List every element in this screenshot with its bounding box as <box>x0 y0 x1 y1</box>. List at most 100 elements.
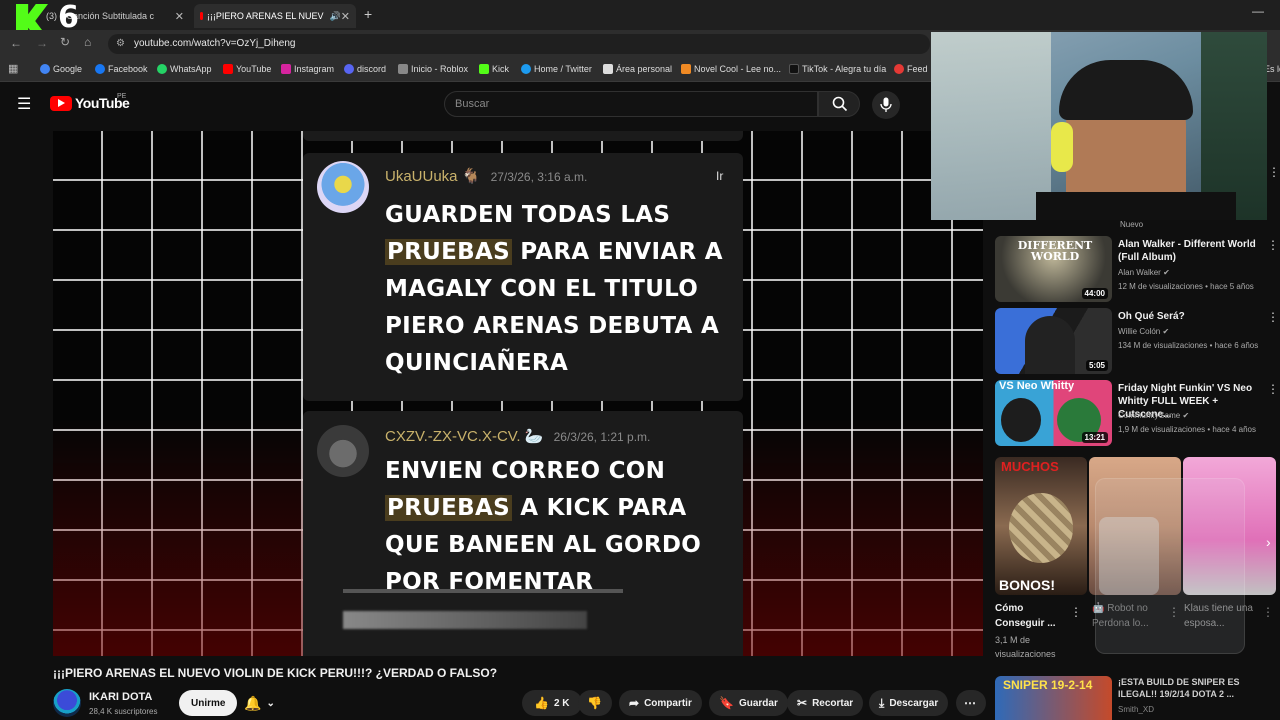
video-player[interactable]: UkaUUuka 🐐 27/3/26, 3:16 a.m. Ir GUARDEN… <box>53 131 983 656</box>
youtube-logo-icon[interactable] <box>50 96 72 111</box>
short-title[interactable]: Cómo Conseguir ... <box>995 601 1075 631</box>
share-icon: ➦ <box>629 696 640 710</box>
channel-name[interactable]: Willie Colón ✔ <box>1118 327 1169 336</box>
bookmark-whatsapp[interactable]: WhatsApp <box>157 64 212 74</box>
recommended-video[interactable]: VS Neo Whitty 13:21 Friday Night Funkin'… <box>995 380 1280 446</box>
duration-badge: 13:21 <box>1081 432 1108 443</box>
download-button[interactable]: ⤓ Descargar <box>869 690 949 716</box>
bookmark-instagram[interactable]: Instagram <box>281 64 334 74</box>
headset-icon <box>1051 122 1073 172</box>
search-input[interactable]: Buscar <box>444 91 818 117</box>
speaker-icon[interactable]: 🔊 <box>330 11 341 22</box>
forward-icon[interactable]: → <box>36 36 48 50</box>
bookmark-google[interactable]: Google <box>40 64 82 74</box>
novelcool-icon <box>681 64 691 74</box>
tab-label: ¡¡¡PIERO ARENAS EL NUEV <box>206 11 324 21</box>
video-title[interactable]: ¡ESTA BUILD DE SNIPER ES ILEGAL!! 19/2/1… <box>1118 676 1263 700</box>
thumbs-up-icon: 👍 <box>534 696 549 710</box>
bookmark-twitter[interactable]: Home / Twitter <box>521 64 592 74</box>
close-icon[interactable]: ✕ <box>175 10 184 23</box>
bookmark-kick[interactable]: Kick <box>479 64 509 74</box>
new-badge: Nuevo <box>1120 220 1144 229</box>
verified-icon: ✔ <box>1163 268 1170 277</box>
more-options-icon[interactable]: ⋮ <box>1267 382 1279 396</box>
more-options-icon[interactable]: ⋮ <box>1070 605 1082 619</box>
video-title[interactable]: Oh Qué Será? <box>1118 310 1263 323</box>
video-thumbnail[interactable]: DIFFERENT WORLD 44:00 <box>995 236 1112 302</box>
channel-name[interactable]: IKARI DOTA <box>89 691 152 703</box>
bookmark-roblox[interactable]: Inicio - Roblox <box>398 64 468 74</box>
verified-icon: ✔ <box>1162 327 1170 336</box>
close-icon[interactable]: ✕ <box>341 10 350 23</box>
apps-grid-icon[interactable]: ▦ <box>8 62 18 75</box>
short-thumbnail[interactable]: MUCHOS BONOS! <box>995 457 1087 595</box>
comment-line: QUE BANEEN AL GORDO <box>385 532 702 558</box>
new-tab-button[interactable]: + <box>364 6 372 22</box>
bookmark-facebook[interactable]: Facebook <box>95 64 148 74</box>
menu-icon[interactable]: ☰ <box>17 94 31 114</box>
like-button[interactable]: 👍 2 K <box>522 690 582 716</box>
url-text: youtube.com/watch?v=OzYj_Diheng <box>134 38 296 49</box>
recommended-video[interactable]: DIFFERENT WORLD 44:00 Alan Walker - Diff… <box>995 236 1280 302</box>
video-thumbnail[interactable]: 5:05 <box>995 308 1112 374</box>
bookmark-area-personal[interactable]: Área personal <box>603 64 672 74</box>
channel-name[interactable]: Smith_XD <box>1118 705 1154 714</box>
bookmark-youtube[interactable]: YouTube <box>223 64 271 74</box>
bookmark-discord[interactable]: discord <box>344 64 386 74</box>
more-options-icon[interactable]: ⋮ <box>1267 238 1279 252</box>
more-options-icon[interactable]: ⋮ <box>1267 310 1279 324</box>
share-button[interactable]: ➦ Compartir <box>619 690 702 716</box>
comment-line: PRUEBAS PARA ENVIAR A <box>385 239 723 265</box>
tab-piero-arenas[interactable]: ¡¡¡PIERO ARENAS EL NUEV 🔊 ✕ <box>194 4 356 28</box>
video-meta: 12 M de visualizaciones • hace 5 años <box>1118 282 1254 291</box>
scissors-icon: ✂ <box>797 696 808 710</box>
highlighted-word: PRUEBAS <box>385 239 512 265</box>
comment-author: UkaUUuka 🐐 27/3/26, 3:16 a.m. <box>385 168 588 185</box>
url-field[interactable]: ⚙ youtube.com/watch?v=OzYj_Diheng <box>108 34 930 54</box>
youtube-favicon-icon <box>200 12 203 20</box>
glass-overlay <box>1095 478 1245 654</box>
facebook-icon <box>95 64 105 74</box>
clip-button[interactable]: ✂ Recortar <box>787 690 864 716</box>
save-button[interactable]: 🔖 Guardar <box>709 690 788 716</box>
short-views: 3,1 M de visualizaciones <box>995 635 1056 659</box>
bookmark-icon: 🔖 <box>719 696 734 710</box>
channel-name[interactable]: Alan Walker ✔ <box>1118 268 1170 277</box>
bookmark-tiktok[interactable]: TikTok - Alegra tu día <box>789 64 886 74</box>
bookmark-feed[interactable]: Feed <box>894 64 928 74</box>
channel-name[interactable]: CommunityGame ✔ <box>1118 411 1189 420</box>
chevron-right-icon[interactable]: › <box>1266 534 1271 550</box>
comment-line: QUINCIAÑERA <box>385 350 569 376</box>
bell-icon: 🔔 <box>244 694 262 711</box>
minimize-icon[interactable]: — <box>1252 4 1264 18</box>
chevron-down-icon: ⌄ <box>266 697 275 709</box>
whatsapp-icon <box>157 64 167 74</box>
comment-line: PRUEBAS A KICK PARA <box>385 495 687 521</box>
back-icon[interactable]: ← <box>10 36 22 50</box>
reload-icon[interactable]: ↻ <box>60 35 70 49</box>
voice-search-button[interactable] <box>872 91 900 119</box>
dislike-button[interactable]: 👎 <box>578 690 612 716</box>
more-actions-button[interactable]: ⋯ <box>956 690 986 716</box>
join-button[interactable]: Unirme <box>179 690 238 716</box>
comment-action[interactable]: Ir <box>716 169 723 183</box>
video-title[interactable]: Alan Walker - Different World (Full Albu… <box>1118 238 1263 264</box>
video-thumbnail[interactable]: VS Neo Whitty 13:21 <box>995 380 1112 446</box>
home-icon[interactable]: ⌂ <box>84 35 91 49</box>
animal-icon: 🐐 <box>461 168 481 185</box>
video-thumbnail[interactable]: SNIPER 19-2-14 <box>995 676 1112 720</box>
twitter-icon <box>521 64 531 74</box>
comment-line: ENVIEN CORREO CON <box>385 458 666 484</box>
recommended-video[interactable]: 5:05 Oh Qué Será? Willie Colón ✔ 134 M d… <box>995 308 1280 374</box>
avatar <box>317 161 369 213</box>
thumbnail-text: DIFFERENT WORLD <box>1017 239 1093 263</box>
more-options-icon[interactable]: ⋮ <box>1268 165 1280 179</box>
site-info-icon[interactable]: ⚙ <box>116 38 125 49</box>
bookmark-novelcool[interactable]: Novel Cool - Lee no... <box>681 64 781 74</box>
channel-avatar[interactable] <box>53 689 81 717</box>
comment-body: GUARDEN TODAS LAS PRUEBAS PARA ENVIAR A … <box>385 197 725 382</box>
more-options-icon[interactable]: ⋮ <box>1262 605 1274 619</box>
search-button[interactable] <box>818 91 860 117</box>
download-icon: ⤓ <box>879 695 885 710</box>
notification-button[interactable]: 🔔 ⌄ <box>240 690 288 716</box>
